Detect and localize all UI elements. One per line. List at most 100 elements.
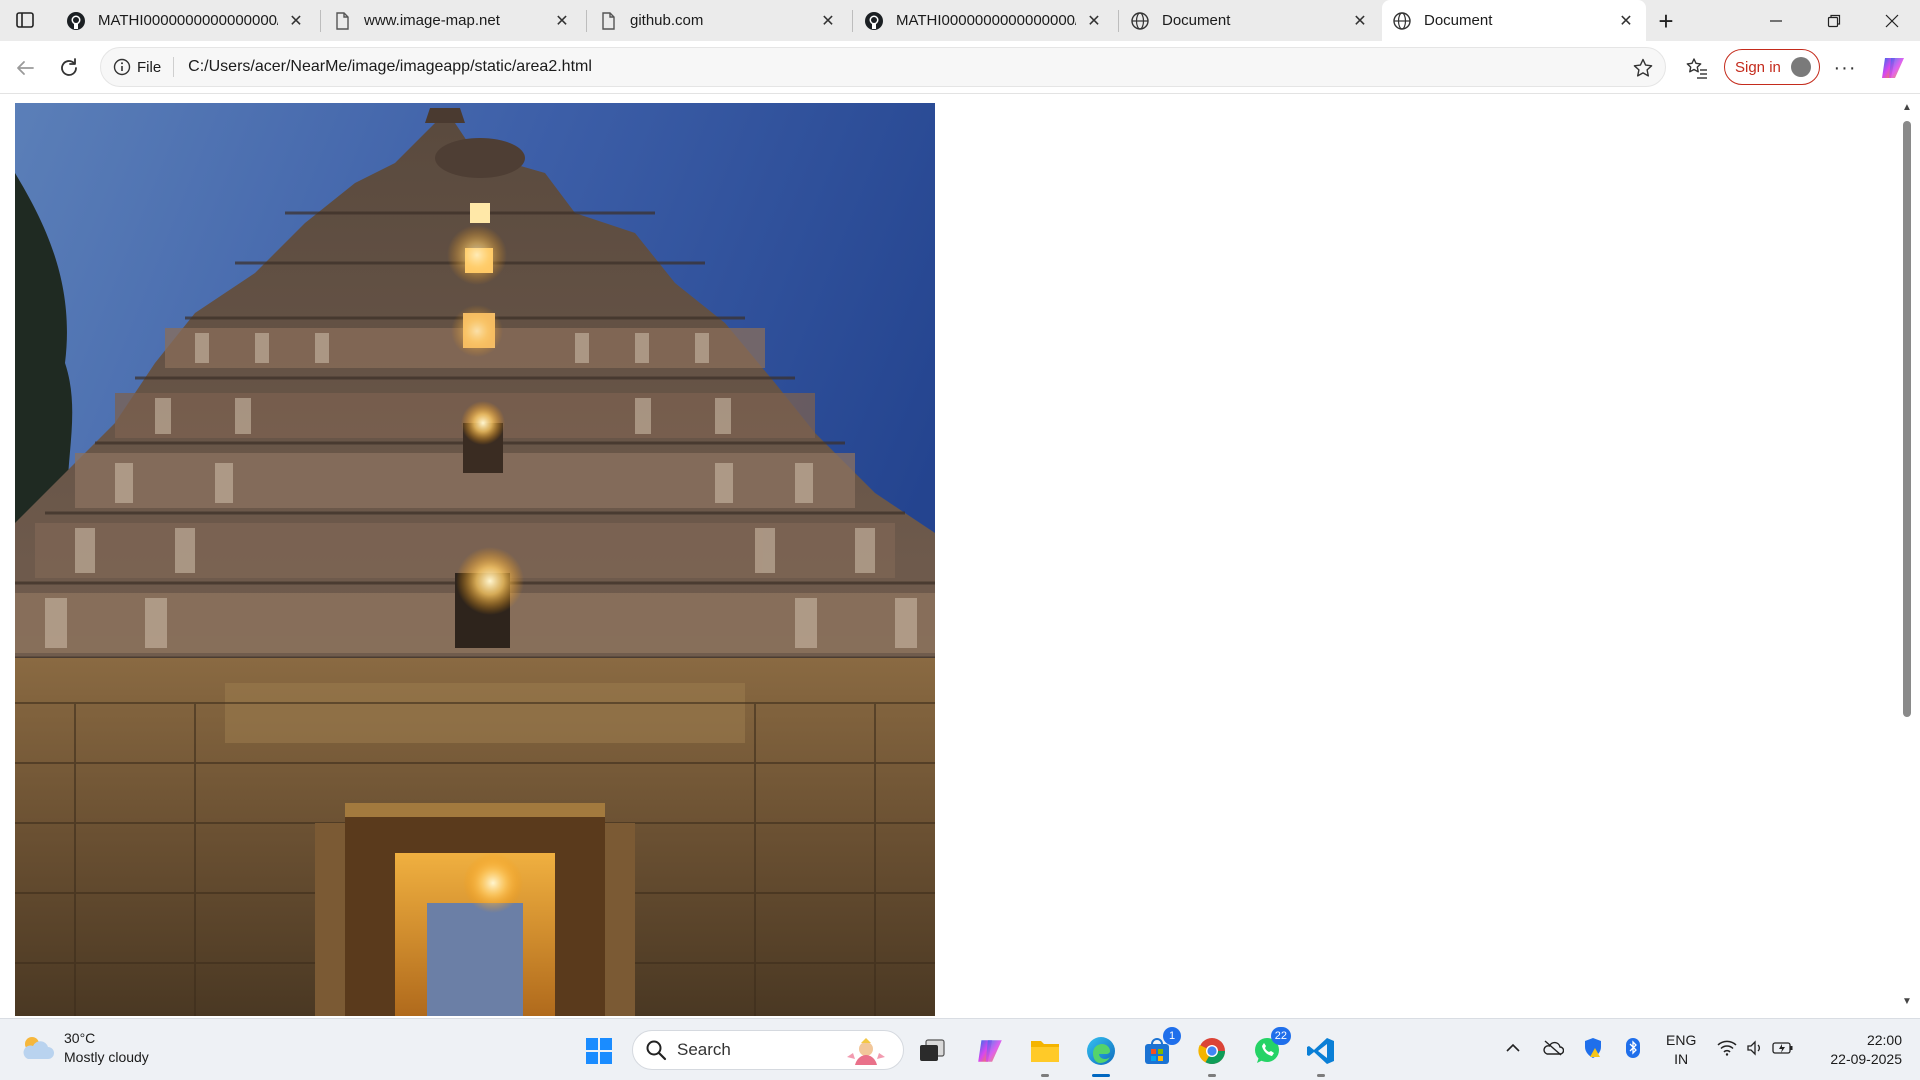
back-arrow-icon (17, 61, 34, 75)
close-icon[interactable]: ✕ (286, 11, 306, 31)
avatar (1791, 57, 1811, 77)
favorites-list-icon (1686, 58, 1707, 79)
favorite-button[interactable] (1631, 56, 1655, 80)
security-tray[interactable] (1580, 1033, 1606, 1063)
tab-actions-icon (16, 12, 34, 28)
edge-icon (1087, 1037, 1115, 1065)
address-bar[interactable]: File C:/Users/acer/NearMe/image/imageapp… (100, 47, 1666, 87)
close-icon[interactable]: ✕ (1084, 11, 1104, 31)
battery-tray[interactable] (1770, 1033, 1796, 1063)
store-button[interactable]: 1 (1137, 1027, 1181, 1071)
tab-actions-button[interactable] (10, 8, 40, 32)
system-clock[interactable]: 22:00 22-09-2025 (1812, 1031, 1902, 1069)
bluetooth-tray[interactable] (1620, 1033, 1646, 1063)
whatsapp-button[interactable]: 22 (1247, 1027, 1291, 1071)
restore-icon (1827, 14, 1841, 27)
volume-tray[interactable] (1742, 1033, 1768, 1063)
page-icon (332, 11, 352, 31)
refresh-button[interactable] (52, 51, 86, 85)
tab-document-1[interactable]: Document ✕ (1120, 0, 1380, 41)
show-hidden-icons-button[interactable] (1500, 1033, 1526, 1063)
chrome-icon (1198, 1038, 1226, 1065)
running-indicator (1208, 1074, 1216, 1077)
new-tab-button[interactable]: + (1650, 6, 1682, 36)
clock-time: 22:00 (1866, 1032, 1902, 1048)
temple-gopuram-illustration (15, 103, 935, 1016)
close-icon[interactable]: ✕ (1616, 11, 1636, 31)
copilot-button[interactable] (1876, 51, 1910, 85)
tab-separator (586, 10, 587, 32)
browser-toolbar: File C:/Users/acer/NearMe/image/imageapp… (0, 41, 1920, 94)
info-icon (113, 58, 131, 76)
taskbar-search[interactable]: Search (632, 1030, 904, 1070)
search-icon (646, 1040, 667, 1061)
sign-in-button[interactable]: Sign in (1724, 49, 1820, 85)
tab-title: Document (1424, 12, 1493, 29)
wifi-icon (1717, 1040, 1737, 1056)
site-info-button[interactable]: File (101, 57, 182, 77)
tab-title: Document (1162, 12, 1231, 29)
weather-condition: Mostly cloudy (64, 1049, 149, 1065)
cloud-offline-icon (1543, 1040, 1564, 1056)
weather-temp: 30°C (64, 1030, 96, 1046)
shield-warning-icon (1585, 1038, 1601, 1058)
github-icon (66, 11, 86, 31)
weather-widget[interactable]: 30°C Mostly cloudy (20, 1029, 149, 1067)
input-language[interactable]: ENG IN (1666, 1031, 1696, 1069)
close-icon (1885, 14, 1899, 27)
file-explorer-button[interactable] (1025, 1031, 1065, 1077)
page-icon (598, 11, 618, 31)
vertical-scrollbar[interactable]: ▲ ▼ (1900, 95, 1914, 1018)
minimize-icon (1770, 19, 1782, 22)
tab-separator (320, 10, 321, 32)
chrome-button[interactable] (1192, 1031, 1232, 1077)
tab-document-active[interactable]: Document ✕ (1382, 0, 1646, 41)
tab-separator (852, 10, 853, 32)
clock-date: 22-09-2025 (1830, 1051, 1902, 1067)
close-icon[interactable]: ✕ (1350, 11, 1370, 31)
task-view-button[interactable] (912, 1031, 952, 1071)
onedrive-tray[interactable] (1540, 1033, 1566, 1063)
tab-title: MATHI0000000000000000/Nea (98, 12, 278, 29)
scrollbar-thumb[interactable] (1903, 121, 1911, 717)
tab-github-1[interactable]: MATHI0000000000000000/Nea ✕ (56, 0, 316, 41)
folder-icon (1031, 1041, 1059, 1062)
settings-more-button[interactable]: ··· (1828, 51, 1862, 85)
chevron-up-icon (1506, 1043, 1520, 1052)
scroll-down-arrow-icon[interactable]: ▼ (1901, 995, 1913, 1007)
restore-button[interactable] (1806, 0, 1862, 41)
close-window-button[interactable] (1864, 0, 1920, 41)
temple-image[interactable] (15, 103, 935, 1016)
search-label: Search (677, 1040, 731, 1059)
tab-image-map[interactable]: www.image-map.net ✕ (322, 0, 582, 41)
tab-github-com[interactable]: github.com ✕ (588, 0, 848, 41)
back-button[interactable] (8, 51, 42, 85)
speaker-icon (1747, 1040, 1760, 1056)
bluetooth-icon (1626, 1038, 1640, 1058)
start-button[interactable] (579, 1031, 619, 1071)
search-highlight-icon (847, 1038, 885, 1065)
copilot-taskbar-button[interactable] (970, 1031, 1010, 1071)
tab-github-2[interactable]: MATHI0000000000000000/Nea ✕ (854, 0, 1114, 41)
url-text[interactable]: C:/Users/acer/NearMe/image/imageapp/stat… (188, 58, 592, 76)
edge-taskbar-button[interactable] (1081, 1031, 1121, 1077)
wifi-tray[interactable] (1714, 1033, 1740, 1063)
language-region: IN (1674, 1051, 1689, 1067)
github-icon (864, 11, 884, 31)
minimize-button[interactable] (1748, 0, 1804, 41)
star-icon (1633, 58, 1653, 77)
vscode-icon (1307, 1038, 1334, 1064)
battery-charging-icon (1772, 1042, 1793, 1054)
favorites-button[interactable] (1680, 51, 1714, 85)
close-icon[interactable]: ✕ (552, 11, 572, 31)
page-viewport: ▲ ▼ (0, 95, 1920, 1018)
plus-icon: + (1658, 5, 1674, 36)
close-icon[interactable]: ✕ (818, 11, 838, 31)
whatsapp-badge: 22 (1270, 1027, 1291, 1045)
tab-separator (1118, 10, 1119, 32)
tab-title: www.image-map.net (364, 12, 500, 29)
scroll-up-arrow-icon[interactable]: ▲ (1901, 101, 1913, 113)
vscode-button[interactable] (1301, 1031, 1341, 1077)
active-indicator (1092, 1074, 1110, 1077)
store-badge: 1 (1163, 1027, 1181, 1045)
